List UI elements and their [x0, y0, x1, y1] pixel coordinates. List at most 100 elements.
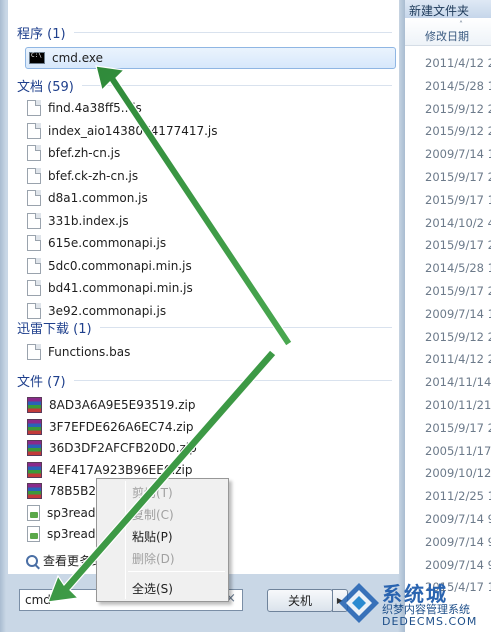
date-column: 2011/4/12 2 2014/5/28 1 2015/9/12 2 2015/9/…	[401, 46, 491, 599]
date-cell: 2015/9/17 1	[425, 192, 491, 207]
document-icon	[27, 190, 41, 206]
result-item[interactable]: sp3read	[27, 524, 96, 544]
date-cell: 2014/11/14	[425, 375, 491, 390]
divider	[81, 85, 392, 86]
zip-archive-icon	[27, 461, 42, 478]
result-label: find.4a38ff5...js	[48, 101, 142, 115]
date-cell: 2015/9/12 2	[425, 124, 491, 139]
explorer-title: 新建文件夹	[401, 0, 491, 18]
date-cell: 2015/9/17 2	[425, 420, 491, 435]
result-item[interactable]: 78B5B26	[27, 481, 104, 501]
group-header-programs[interactable]: 程序 (1)	[17, 23, 392, 42]
group-header-files[interactable]: 文件 (7)	[17, 371, 392, 390]
document-icon	[27, 302, 41, 319]
menu-item-delete[interactable]: 删除(D)	[132, 550, 175, 567]
result-label: 331b.index.js	[48, 213, 129, 228]
result-item[interactable]: 5dc0.commonapi.min.js	[27, 256, 192, 276]
site-watermark: 系统城 织梦内容管理系统 DEDECMS.COM	[332, 570, 491, 632]
cmd-icon	[29, 52, 45, 64]
date-cell: 2009/7/14 9	[425, 511, 491, 526]
document-icon	[27, 280, 41, 296]
document-icon	[27, 167, 41, 184]
result-item[interactable]: Functions.bas	[27, 342, 130, 362]
menu-item-paste[interactable]: 粘贴(P)	[132, 528, 173, 545]
zip-archive-icon	[27, 440, 42, 456]
date-cell: 2015/9/12 2	[425, 101, 491, 116]
group-header-xunlei-downloads[interactable]: 迅雷下载 (1)	[17, 318, 392, 337]
search-input-value: cmd	[25, 593, 51, 607]
result-item[interactable]: 8AD3A6A9E5E93519.zip	[27, 395, 195, 415]
background-explorer-window: 新建文件夹 ˄ 修改日期 2011/4/12 2 2014/5/28 1 2015/…	[400, 0, 491, 632]
document-icon	[27, 212, 41, 229]
zip-archive-icon	[27, 483, 42, 499]
result-item[interactable]: 36D3DF2AFCFB20D0.zip	[27, 438, 197, 458]
text-file-icon	[27, 504, 40, 521]
date-cell: 2014/10/2 4	[425, 215, 491, 230]
date-cell: 2011/4/12 2	[425, 56, 491, 70]
menu-gutter	[125, 481, 126, 599]
group-header-label: 文件 (7)	[17, 375, 66, 390]
context-menu: 剪切(T) 复制(C) 粘贴(P) 删除(D) 全选(S)	[96, 478, 229, 602]
result-label: bfef.ck-zh-cn.js	[48, 168, 139, 183]
date-cell: 2009/10/12	[425, 466, 491, 481]
date-cell: 2011/2/25 1	[425, 489, 491, 504]
result-item[interactable]: index_aio1438074177417.js	[27, 121, 218, 141]
group-header-documents[interactable]: 文档 (59)	[17, 76, 392, 95]
column-header-label: 修改日期	[425, 30, 469, 43]
menu-item-select-all[interactable]: 全选(S)	[132, 580, 173, 597]
date-cell: 2015/9/17 2	[425, 238, 491, 253]
zip-archive-icon	[27, 418, 42, 435]
result-item[interactable]: sp3read	[27, 503, 96, 523]
shutdown-button[interactable]: 关机	[267, 589, 333, 612]
date-cell: 2009/7/14 1	[425, 147, 491, 162]
date-cell: 2015/9/12 2	[425, 329, 491, 344]
date-cell: 2015/9/17 2	[425, 283, 491, 298]
result-item[interactable]: find.4a38ff5...js	[27, 98, 142, 118]
search-icon	[26, 554, 38, 567]
result-label: 4EF417A923B96EE6.zip	[49, 462, 193, 477]
result-item[interactable]: 4EF417A923B96EE6.zip	[27, 460, 193, 480]
result-label: bd41.commonapi.min.js	[48, 281, 193, 295]
date-cell: 2011/4/12 2	[425, 352, 491, 367]
result-item[interactable]: 3F7EFDE626A6EC74.zip	[27, 417, 194, 437]
divider	[73, 380, 392, 381]
date-cell: 2009/7/14 1	[425, 306, 491, 321]
see-more-results-link[interactable]: 查看更多结	[26, 552, 103, 569]
document-icon	[27, 257, 41, 274]
result-label: 615e.commonapi.js	[48, 236, 167, 250]
zip-archive-icon	[27, 397, 42, 413]
date-cell: 2014/5/28 1	[425, 78, 491, 93]
result-label: 3F7EFDE626A6EC74.zip	[49, 419, 194, 434]
date-cell: 2010/11/21	[425, 397, 491, 412]
column-header-modified-date[interactable]: ˄ 修改日期	[401, 18, 491, 46]
date-cell: 2005/11/17	[425, 443, 491, 458]
result-item-cmd-exe[interactable]: cmd.exe	[25, 47, 396, 69]
result-label: bfef.zh-cn.js	[48, 146, 121, 160]
group-header-label: 程序 (1)	[17, 27, 66, 42]
date-cell: 2015/9/17 2	[425, 169, 491, 184]
result-label: 5dc0.commonapi.min.js	[48, 258, 192, 273]
document-icon	[27, 145, 41, 161]
result-label: index_aio1438074177417.js	[48, 123, 218, 138]
group-header-label: 文档 (59)	[17, 80, 74, 95]
result-label: 36D3DF2AFCFB20D0.zip	[49, 441, 197, 455]
divider	[99, 327, 392, 328]
result-label: sp3read	[47, 505, 96, 520]
text-file-icon	[27, 526, 40, 542]
group-header-label: 迅雷下载 (1)	[17, 322, 92, 337]
result-item[interactable]: 331b.index.js	[27, 211, 129, 231]
result-item[interactable]: bd41.commonapi.min.js	[27, 278, 193, 298]
result-item[interactable]: d8a1.common.js	[27, 188, 148, 208]
document-icon	[27, 122, 41, 139]
result-item[interactable]: bfef.ck-zh-cn.js	[27, 166, 138, 186]
date-cell: 2014/5/28 1	[425, 261, 491, 276]
result-label: cmd.exe	[52, 51, 104, 65]
result-label: 3e92.commonapi.js	[48, 303, 167, 318]
watermark-domain: DEDECMS.COM	[382, 615, 478, 628]
result-item[interactable]: 615e.commonapi.js	[27, 233, 166, 253]
result-item[interactable]: bfef.zh-cn.js	[27, 143, 120, 163]
result-label: 8AD3A6A9E5E93519.zip	[49, 398, 196, 412]
menu-item-cut[interactable]: 剪切(T)	[132, 484, 173, 501]
menu-item-copy[interactable]: 复制(C)	[132, 506, 174, 523]
date-cell: 2009/7/14 9	[425, 534, 491, 549]
